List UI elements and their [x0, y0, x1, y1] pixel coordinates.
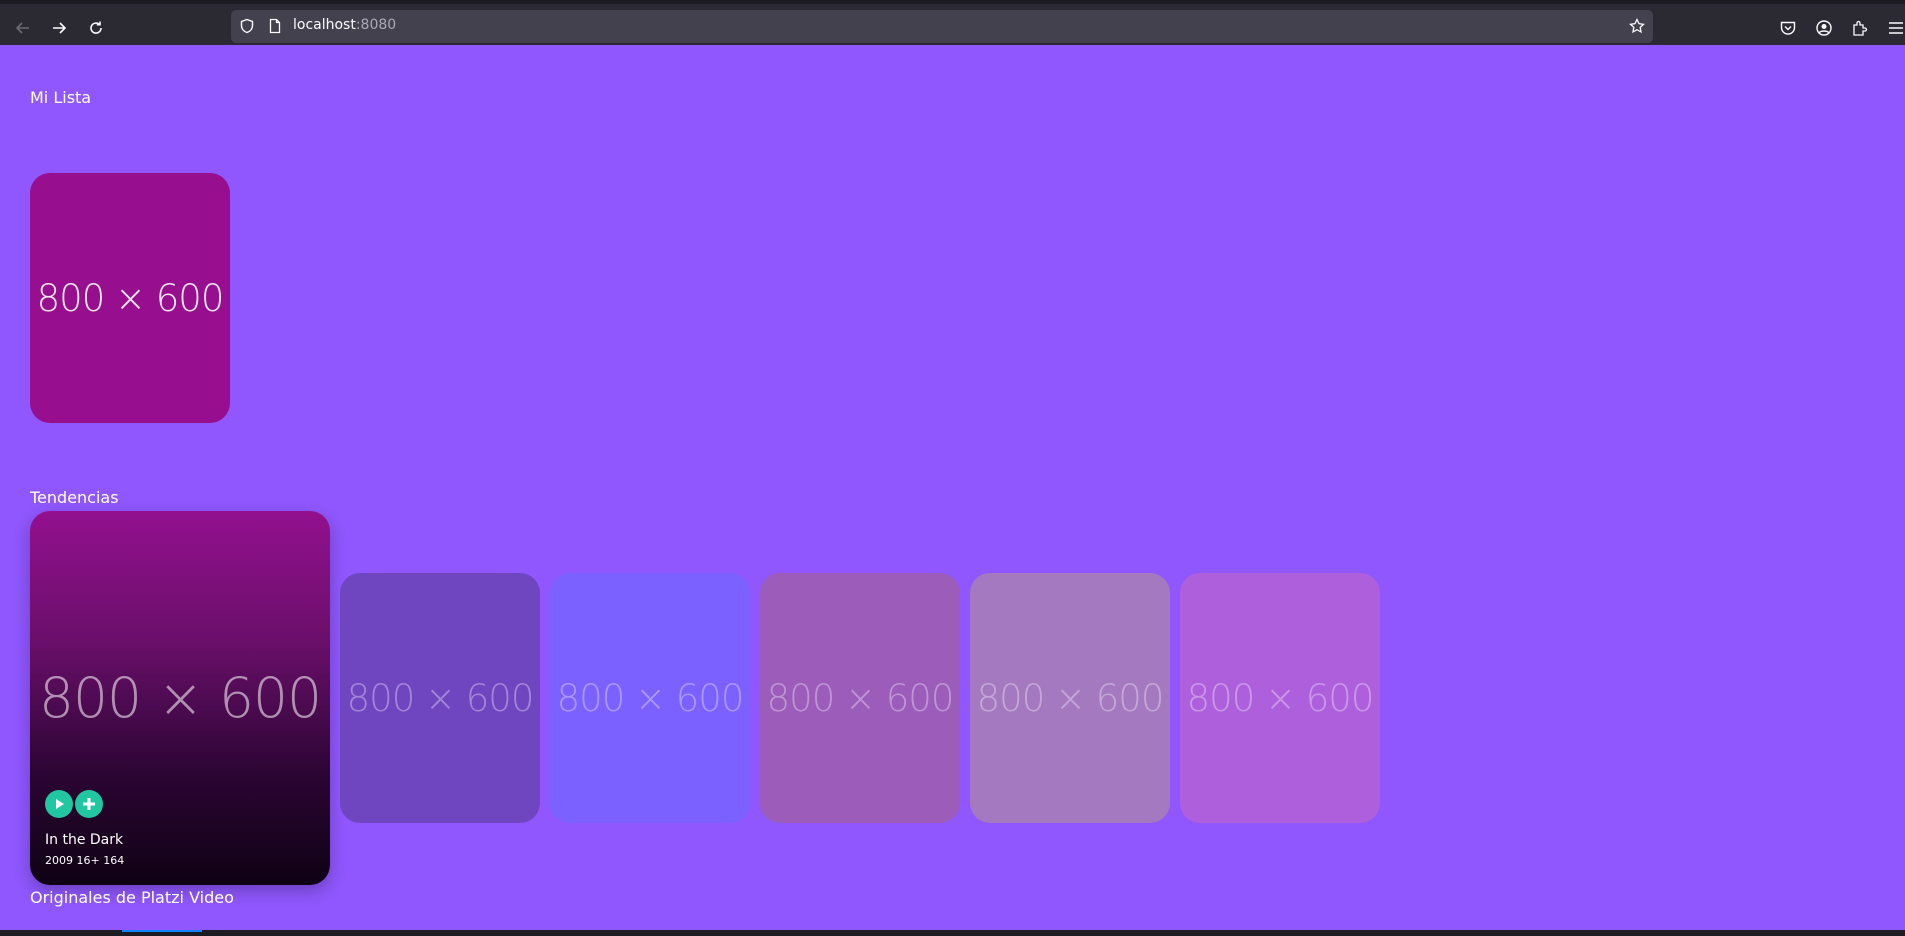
reload-icon [90, 21, 102, 34]
card-placeholder: 800 × 600 [556, 676, 745, 720]
tendencias-card[interactable]: 800 × 600 [1180, 573, 1380, 823]
tendencias-card[interactable]: 800 × 600 [970, 573, 1170, 823]
card-actions [45, 790, 124, 818]
tendencias-card[interactable]: 800 × 600 [760, 573, 960, 823]
shield-icon[interactable] [239, 18, 255, 34]
section-title-mi-lista: Mi Lista [30, 88, 92, 107]
extensions-button[interactable] [1851, 19, 1869, 37]
back-icon [15, 22, 29, 34]
scroll-indicator [122, 930, 202, 932]
section-title-tendencias: Tendencias [30, 488, 119, 507]
card-placeholder: 800 × 600 [976, 676, 1165, 720]
forward-button[interactable] [45, 14, 73, 42]
account-button[interactable] [1815, 19, 1833, 37]
card-placeholder: 800 × 600 [38, 666, 322, 730]
reload-button[interactable] [82, 14, 110, 42]
card-placeholder: 800 × 600 [1186, 676, 1375, 720]
play-button[interactable] [45, 790, 73, 818]
card-details: In the Dark 2009 16+ 164 [45, 790, 124, 867]
menu-button[interactable] [1887, 19, 1905, 37]
address-bar[interactable]: localhost:8080 [231, 10, 1653, 43]
back-button[interactable] [9, 14, 37, 42]
forward-icon [53, 22, 67, 34]
card-meta: 2009 16+ 164 [45, 854, 125, 867]
plus-icon [83, 798, 95, 810]
card-placeholder: 800 × 600 [36, 276, 225, 320]
browser-toolbar: localhost:8080 [0, 0, 1905, 45]
bottom-bar [0, 930, 1905, 936]
mi-lista-card[interactable]: 800 × 600 [30, 173, 230, 423]
account-icon [1816, 20, 1832, 36]
card-placeholder: 800 × 600 [346, 676, 535, 720]
tendencias-card[interactable]: 800 × 600 [550, 573, 750, 823]
pocket-button[interactable] [1779, 19, 1797, 37]
featured-card[interactable]: 800 × 600 In the Dark 2009 16+ 164 [30, 511, 330, 885]
tendencias-card[interactable]: 800 × 600 [340, 573, 540, 823]
url-text[interactable]: localhost:8080 [293, 17, 396, 33]
extensions-icon [1853, 20, 1868, 36]
bookmark-star-icon[interactable] [1629, 18, 1645, 34]
section-title-originales: Originales de Platzi Video [30, 888, 234, 907]
card-title: In the Dark [45, 832, 124, 848]
page-icon[interactable] [267, 18, 283, 34]
pocket-icon [1780, 21, 1796, 35]
play-icon [56, 799, 64, 809]
add-to-list-button[interactable] [75, 790, 103, 818]
card-placeholder: 800 × 600 [766, 676, 955, 720]
menu-icon [1889, 22, 1903, 34]
